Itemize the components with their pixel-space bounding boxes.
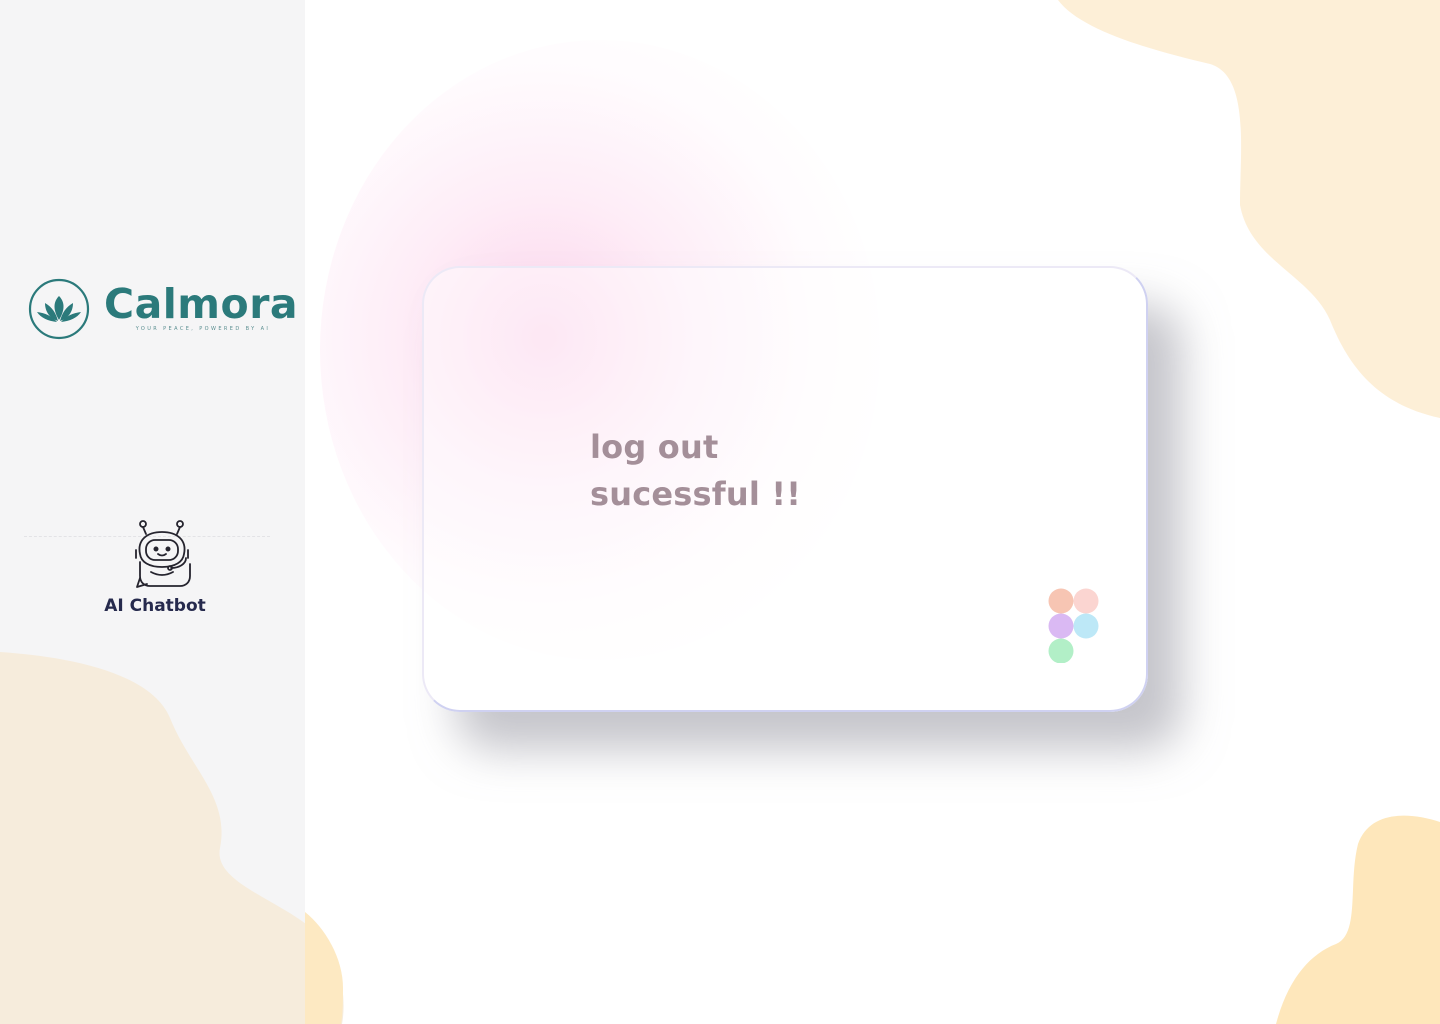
lotus-icon: [28, 278, 90, 340]
sidebar-item-label: AI Chatbot: [104, 596, 206, 616]
decorative-blob-bottom-right: [1276, 815, 1440, 1024]
logout-message-line-1: log out: [590, 428, 719, 466]
brand-tagline: YOUR PEACE, POWERED BY AI: [135, 326, 271, 332]
sidebar-item-ai-chatbot[interactable]: AI Chatbot: [90, 516, 234, 622]
logout-success-card: log out sucessful !!: [422, 266, 1148, 712]
decorative-blob-bottom-left: [0, 652, 344, 1024]
brand-name: Calmora: [104, 280, 299, 328]
logout-message: log out sucessful !!: [590, 424, 801, 518]
brand-logo[interactable]: Calmora YOUR PEACE, POWERED BY AI: [28, 278, 298, 342]
sidebar: Calmora YOUR PEACE, POWERED BY AI AI Cha…: [0, 0, 344, 1024]
figma-icon: [1048, 588, 1099, 663]
logout-message-line-2: sucessful !!: [590, 475, 801, 513]
chatbot-icon: [135, 520, 191, 588]
